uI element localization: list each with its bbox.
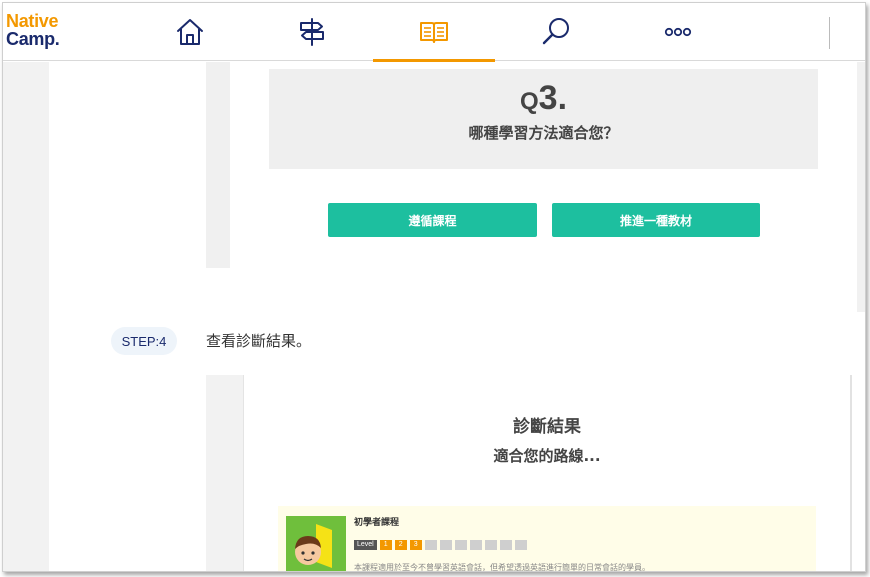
top-navigation: Native Camp. — [3, 3, 865, 62]
beginner-avatar-icon — [286, 516, 346, 571]
more-icon — [664, 27, 692, 37]
level-indicator: Level 1 2 3 — [354, 540, 530, 550]
level-box — [484, 540, 497, 550]
level-label: Level — [354, 540, 377, 550]
course-name: 初學者課程 — [354, 518, 400, 528]
result-title: 診斷結果 — [513, 417, 581, 437]
course-card[interactable]: 初學者課程 Level 1 2 3 本課程適用於至今不曾學習英語會話，但希望透過… — [278, 506, 816, 572]
level-box — [499, 540, 512, 550]
question-screenshot: Q3. 哪種學習方法適合您？ 遵循課程 推進一種教材 — [206, 62, 856, 268]
home-icon — [177, 19, 203, 45]
level-box — [514, 540, 527, 550]
follow-course-button[interactable]: 遵循課程 — [328, 203, 537, 237]
step-badge: STEP:4 — [111, 327, 177, 355]
result-subtitle: 適合您的路線... — [493, 447, 601, 465]
screenshot-edge — [850, 375, 852, 571]
nav-search[interactable] — [495, 3, 617, 61]
result-screenshot: 診斷結果 適合您的路線... 初學者課程 Level 1 2 3 本課程適用於至… — [206, 375, 856, 572]
question-box: Q3. 哪種學習方法適合您？ — [269, 69, 818, 169]
nav-course[interactable] — [251, 3, 373, 61]
screenshot-sidebar — [206, 62, 230, 268]
screenshot-frame: Native Camp. Q3. 哪種學習方法適合您？ 遵循課程 推進一種教材 … — [2, 2, 866, 572]
level-box: 3 — [409, 540, 422, 550]
step-text: 查看診斷結果。 — [206, 332, 312, 350]
advance-textbook-button[interactable]: 推進一種教材 — [552, 203, 760, 237]
level-box — [439, 540, 452, 550]
nav-divider — [829, 17, 830, 49]
scrollbar[interactable] — [857, 62, 865, 312]
search-icon — [542, 18, 569, 45]
nav-textbook[interactable] — [373, 3, 495, 62]
level-box: 1 — [379, 540, 392, 550]
left-gutter — [3, 62, 49, 571]
screenshot-sidebar — [206, 375, 244, 571]
native-camp-logo[interactable]: Native Camp. — [6, 12, 60, 48]
signpost-icon — [300, 18, 324, 46]
question-text: 哪種學習方法適合您？ — [468, 124, 619, 142]
book-icon — [420, 22, 448, 43]
nav-more[interactable] — [617, 3, 739, 61]
level-box — [454, 540, 467, 550]
page-content: Q3. 哪種學習方法適合您？ 遵循課程 推進一種教材 STEP:4 查看診斷結果… — [3, 62, 865, 572]
level-box — [424, 540, 437, 550]
course-description: 本課程適用於至今不曾學習英語會話，但希望透過英語進行簡單的日常會話的學員。 — [354, 563, 650, 572]
level-box: 2 — [394, 540, 407, 550]
nav-home[interactable] — [129, 3, 251, 61]
question-number: Q3. — [519, 79, 568, 117]
level-box — [469, 540, 482, 550]
